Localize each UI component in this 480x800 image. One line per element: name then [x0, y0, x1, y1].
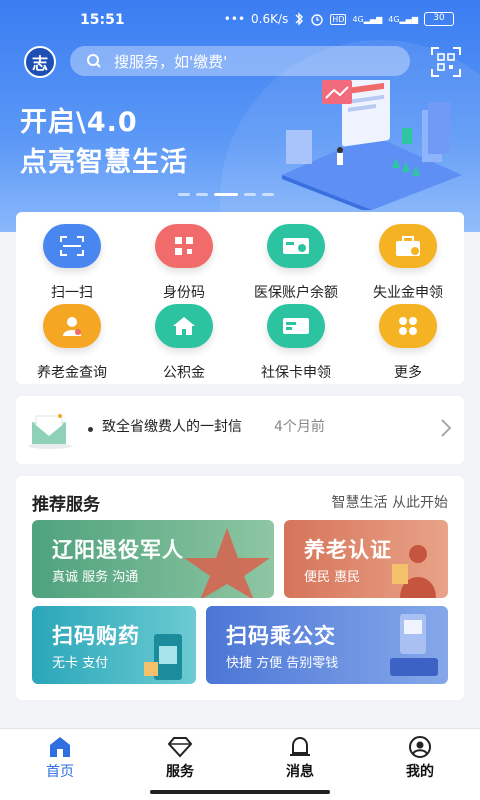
tile-subtitle: 无卡 支付 — [52, 656, 109, 671]
nav-label: 服务 — [166, 764, 194, 780]
smart-city-illustration — [282, 80, 462, 210]
alarm-icon — [311, 14, 323, 26]
dot-active[interactable] — [214, 193, 238, 196]
elder-icon — [392, 545, 436, 598]
id-code-icon — [155, 224, 213, 268]
service-label: 失业金申领 — [373, 285, 443, 301]
nav-label: 首页 — [46, 764, 74, 780]
notice-time: 4个月前 — [274, 419, 325, 435]
unemployment-icon — [379, 224, 437, 268]
service-housing-fund[interactable]: 公积金 — [128, 304, 240, 382]
tile-medicine-scan[interactable]: 扫码购药 无卡 支付 — [32, 606, 196, 684]
status-bar: 15:51 ••• 0.6K/s HD 4G▂▄▆ 4G▂▄▆ 30 — [0, 0, 480, 40]
tile-pension-auth[interactable]: 养老认证 便民 惠民 — [284, 520, 448, 598]
tile-title: 扫码乘公交 — [226, 624, 336, 648]
nav-label: 消息 — [286, 764, 314, 780]
nav-services[interactable]: 服务 — [120, 735, 240, 781]
profile-icon — [409, 736, 431, 758]
pension-icon — [43, 304, 101, 348]
service-label: 养老金查询 — [37, 365, 107, 381]
service-label: 扫一扫 — [51, 285, 93, 301]
battery-icon: 30 — [424, 12, 454, 26]
nav-label: 我的 — [406, 764, 434, 780]
status-icons: ••• 0.6K/s HD 4G▂▄▆ 4G▂▄▆ 30 — [224, 12, 454, 26]
dot[interactable] — [196, 193, 208, 196]
nav-messages[interactable]: 消息 — [240, 735, 360, 781]
tile-title: 辽阳退役军人 — [52, 538, 184, 562]
tile-subtitle: 真诚 服务 沟通 — [52, 570, 139, 585]
service-label: 社保卡申领 — [261, 365, 331, 381]
service-social-card[interactable]: 社保卡申领 — [240, 304, 352, 382]
bluetooth-icon — [295, 12, 304, 26]
service-label: 公积金 — [163, 365, 205, 381]
home-icon — [50, 737, 70, 757]
star-icon — [184, 528, 270, 598]
bus-card-icon — [390, 614, 438, 676]
tile-title: 养老认证 — [304, 538, 392, 562]
tile-veterans[interactable]: 辽阳退役军人 真诚 服务 沟通 — [32, 520, 274, 598]
tile-subtitle: 快捷 方便 告别零钱 — [226, 656, 339, 671]
home-indicator[interactable] — [150, 790, 330, 794]
app-logo[interactable]: 志 — [24, 46, 56, 78]
nav-profile[interactable]: 我的 — [360, 735, 480, 781]
banner-line-1: 开启\4.0 — [20, 107, 138, 138]
quick-services-card: 扫一扫 身份码 医保账户余额 失业金申领 养老金查询 公积金 社保卡申领 更多 — [16, 212, 464, 384]
recommend-subtitle: 智慧生活 从此开始 — [331, 495, 448, 511]
more-icon — [379, 304, 437, 348]
service-scan[interactable]: 扫一扫 — [16, 224, 128, 302]
status-dots: ••• — [223, 12, 246, 26]
social-card-icon — [267, 304, 325, 348]
qr-scan-icon[interactable] — [430, 46, 462, 78]
service-id-code[interactable]: 身份码 — [128, 224, 240, 302]
banner-pagination — [178, 193, 274, 196]
medical-card-icon — [267, 224, 325, 268]
banner-line-2: 点亮智慧生活 — [20, 147, 188, 178]
service-label: 更多 — [394, 365, 422, 381]
dot[interactable] — [244, 193, 256, 196]
nav-home[interactable]: 首页 — [0, 735, 120, 781]
service-more[interactable]: 更多 — [352, 304, 464, 382]
status-time: 15:51 — [80, 12, 125, 28]
notice-bullet — [88, 427, 93, 432]
tile-title: 扫码购药 — [52, 624, 140, 648]
tile-subtitle: 便民 惠民 — [304, 570, 361, 585]
tile-bus-scan[interactable]: 扫码乘公交 快捷 方便 告别零钱 — [206, 606, 448, 684]
service-medical-balance[interactable]: 医保账户余额 — [240, 224, 352, 302]
signal-4g-2: 4G▂▄▆ — [388, 14, 418, 24]
dot[interactable] — [262, 193, 274, 196]
network-speed: 0.6K/s — [251, 12, 289, 26]
hd-badge: HD — [330, 13, 347, 25]
housing-fund-icon — [155, 304, 213, 348]
envelope-icon — [28, 414, 72, 449]
chevron-right-icon[interactable] — [440, 418, 452, 438]
signal-4g-1: 4G▂▄▆ — [352, 14, 383, 24]
hero-banner[interactable]: 15:51 ••• 0.6K/s HD 4G▂▄▆ 4G▂▄▆ 30 志 搜服务… — [0, 0, 480, 232]
scan-icon — [43, 224, 101, 268]
diamond-icon — [167, 737, 193, 758]
notice-card[interactable]: 致全省缴费人的一封信 4个月前 — [16, 396, 464, 464]
phone-qr-icon — [144, 634, 182, 680]
service-unemployment[interactable]: 失业金申领 — [352, 224, 464, 302]
service-pension[interactable]: 养老金查询 — [16, 304, 128, 382]
service-label: 医保账户余额 — [254, 285, 338, 301]
dot[interactable] — [178, 193, 190, 196]
recommend-title: 推荐服务 — [32, 495, 100, 515]
recommend-card: 推荐服务 智慧生活 从此开始 辽阳退役军人 真诚 服务 沟通 养老认证 便民 惠… — [16, 476, 464, 700]
service-label: 身份码 — [163, 285, 205, 301]
search-placeholder: 搜服务，如'缴费' — [114, 52, 228, 71]
bell-icon — [290, 736, 310, 756]
search-bar[interactable]: 搜服务，如'缴费' — [70, 46, 410, 76]
search-icon — [87, 54, 101, 68]
notice-title[interactable]: 致全省缴费人的一封信 — [102, 416, 242, 436]
